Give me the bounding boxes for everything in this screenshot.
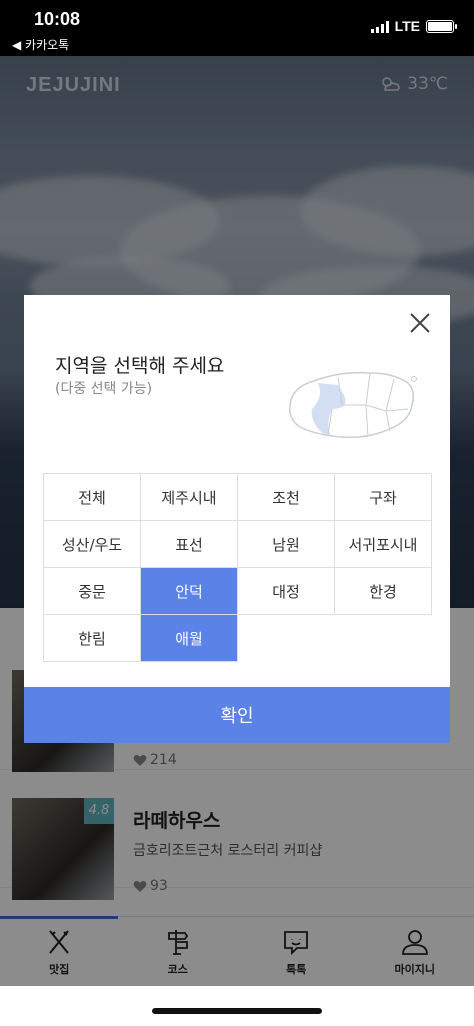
region-option-jocheon[interactable]: 조천 [238,474,335,521]
status-bar: 10:08 ◀ 카카오톡 LTE [0,0,474,56]
region-option-all[interactable]: 전체 [44,474,141,521]
region-option-andeok[interactable]: 안덕 [141,568,238,615]
region-option-seongsan-udo[interactable]: 성산/우도 [44,521,141,568]
region-option-pyoseon[interactable]: 표선 [141,521,238,568]
back-to-app-link[interactable]: ◀ 카카오톡 [12,36,69,53]
region-option-daejeong[interactable]: 대정 [238,568,335,615]
close-icon[interactable] [406,309,434,337]
region-option-aewol[interactable]: 애월 [141,615,238,662]
status-indicators: LTE [370,18,457,34]
region-option-jeju-city[interactable]: 제주시내 [141,474,238,521]
network-label: LTE [394,18,420,34]
dialog-subtitle: (다중 선택 가능) [55,381,153,397]
home-indicator[interactable] [152,1008,322,1014]
jeju-map-icon [288,371,417,439]
region-option-hallim[interactable]: 한림 [44,615,141,662]
region-option-gujwa[interactable]: 구좌 [335,474,432,521]
region-grid: 전체 제주시내 조천 구좌 성산/우도 표선 남원 서귀포시내 중문 안덕 대정… [43,473,432,662]
region-option-jungmun[interactable]: 중문 [44,568,141,615]
region-select-dialog: 지역을 선택해 주세요 (다중 선택 가능) 전체 제주시내 조천 구좌 성산/… [24,295,450,743]
battery-icon [426,19,457,33]
region-option-namwon[interactable]: 남원 [238,521,335,568]
region-option-hangyeong[interactable]: 한경 [335,568,432,615]
confirm-button[interactable]: 확인 [24,687,450,743]
dialog-title: 지역을 선택해 주세요 [55,355,225,377]
signal-icon [370,20,389,33]
region-option-seogwipo-city[interactable]: 서귀포시내 [335,521,432,568]
status-time: 10:08 [34,9,81,29]
